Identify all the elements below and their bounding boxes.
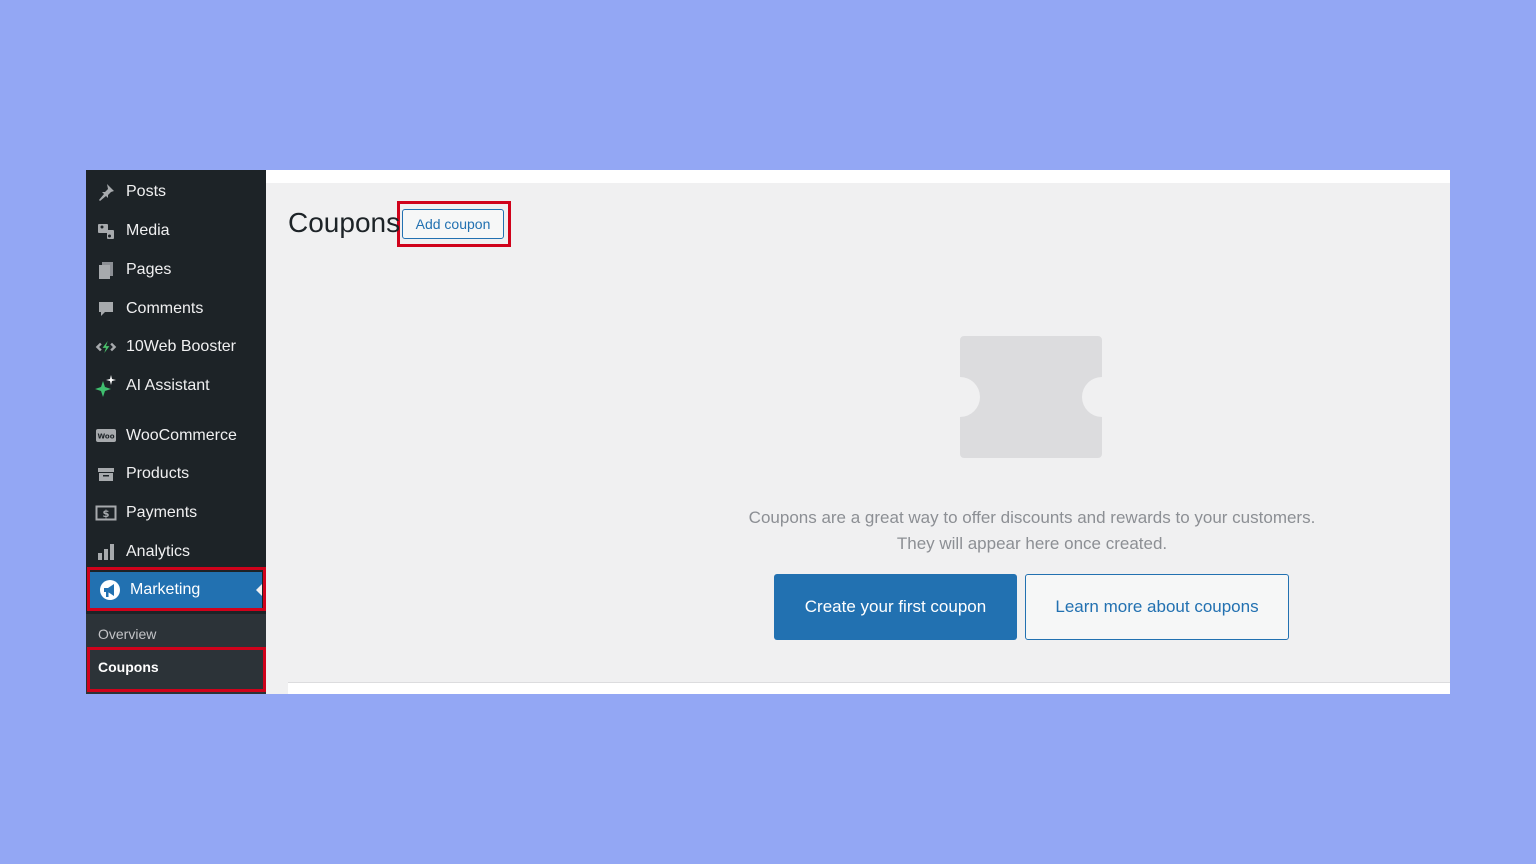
add-coupon-button[interactable]: Add coupon — [402, 209, 504, 239]
sidebar-item-label: Posts — [126, 183, 167, 200]
sidebar-item-posts[interactable]: Posts — [86, 174, 266, 210]
media-icon — [94, 219, 118, 243]
active-indicator-arrow — [256, 584, 262, 596]
pages-icon — [94, 258, 118, 282]
sidebar-item-marketing[interactable]: Marketing — [90, 572, 262, 608]
sidebar-item-woocommerce[interactable]: Woo WooCommerce — [86, 418, 266, 454]
svg-text:Woo: Woo — [97, 433, 114, 441]
archive-icon — [94, 462, 118, 486]
create-first-coupon-button[interactable]: Create your first coupon — [774, 574, 1017, 640]
bar-chart-icon — [94, 540, 118, 564]
pin-icon — [94, 180, 118, 204]
sparkle-icon — [94, 374, 118, 398]
sidebar-item-label: 10Web Booster — [126, 338, 236, 355]
sidebar-item-label: Media — [126, 222, 170, 239]
sidebar-item-pages[interactable]: Pages — [86, 252, 266, 288]
sidebar-item-label: Products — [126, 465, 190, 482]
admin-sidebar: Posts Media Pages Comments 10Web Booster — [86, 170, 266, 694]
top-strip — [266, 170, 1450, 183]
megaphone-icon — [98, 578, 122, 602]
sidebar-item-label: Analytics — [126, 543, 191, 560]
page-title: Coupons — [288, 207, 401, 238]
sidebar-item-label: WooCommerce — [126, 427, 237, 444]
sidebar-item-analytics[interactable]: Analytics — [86, 534, 266, 570]
comment-icon — [94, 297, 118, 321]
sidebar-item-products[interactable]: Products — [86, 456, 266, 492]
sidebar-item-ai-assistant[interactable]: AI Assistant — [86, 368, 266, 404]
svg-text:$: $ — [103, 509, 110, 520]
submenu-item-overview[interactable]: Overview — [98, 626, 156, 642]
booster-icon — [94, 335, 118, 359]
sidebar-item-label: Pages — [126, 261, 172, 278]
sidebar-item-10web-booster[interactable]: 10Web Booster — [86, 329, 266, 365]
sidebar-item-label: AI Assistant — [126, 377, 210, 394]
sidebar-item-comments[interactable]: Comments — [86, 291, 266, 327]
learn-more-coupons-button[interactable]: Learn more about coupons — [1025, 574, 1289, 640]
submenu-item-coupons[interactable]: Coupons — [98, 659, 159, 675]
coupon-ticket-icon — [960, 336, 1102, 458]
payments-icon: $ — [94, 501, 118, 525]
main-content: Coupons Add coupon Coupons are a great w… — [266, 183, 1450, 694]
sidebar-item-media[interactable]: Media — [86, 213, 266, 249]
wordpress-admin-window: Posts Media Pages Comments 10Web Booster — [86, 170, 1450, 694]
sidebar-item-payments[interactable]: $ Payments — [86, 495, 266, 531]
woo-icon: Woo — [94, 424, 118, 448]
marketing-submenu: Overview Coupons — [86, 614, 266, 694]
empty-state-message: Coupons are a great way to offer discoun… — [748, 508, 1316, 553]
content-card-edge — [288, 682, 1450, 694]
sidebar-item-label: Comments — [126, 300, 204, 317]
sidebar-item-label: Marketing — [130, 581, 201, 598]
sidebar-item-label: Payments — [126, 504, 198, 521]
